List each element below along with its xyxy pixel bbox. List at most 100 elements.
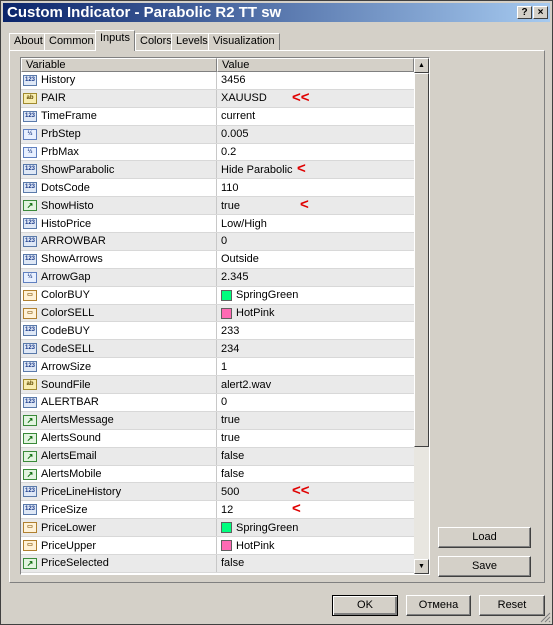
variable-cell: ab SoundFile [21,376,217,394]
table-row[interactable]: ↗ AlertsSound true [21,429,414,448]
variable-value: 12 [221,503,234,516]
help-icon[interactable]: ? [517,6,532,19]
value-cell[interactable]: 2.345 [217,269,414,286]
value-cell[interactable]: HotPink [217,537,414,554]
value-cell[interactable]: 110 [217,179,414,196]
tab-inputs[interactable]: Inputs [95,30,135,51]
table-row[interactable]: 123 ArrowSize 1 [21,358,414,377]
tab-levels[interactable]: Levels [171,33,213,50]
value-cell[interactable]: 0 [217,233,414,250]
table-row[interactable]: 123 ShowParabolic Hide Parabolic < [21,161,414,180]
table-row[interactable]: 123 TimeFrame current [21,107,414,126]
variable-value: SpringGreen [236,289,299,302]
variable-value: Outside [221,253,259,266]
table-row[interactable]: 123 PriceSize 12 < [21,501,414,520]
tab-common[interactable]: Common [44,33,99,50]
type-int-icon: 123 [23,110,37,122]
type-color-icon: ▭ [23,307,37,319]
cancel-button[interactable]: Отмена [406,595,471,616]
table-row[interactable]: ↗ PriceSelected false [21,555,414,573]
value-cell[interactable]: Hide Parabolic < [217,161,414,178]
tab-visualization[interactable]: Visualization [208,33,280,50]
variable-cell: 123 DotsCode [21,179,217,197]
value-cell[interactable]: current [217,108,414,125]
save-button[interactable]: Save [438,556,531,577]
value-cell[interactable]: 0 [217,394,414,411]
title-bar: Custom Indicator - Parabolic R2 TT sw ? … [3,3,550,22]
variable-cell: ▭ ColorSELL [21,304,217,322]
table-row[interactable]: ▭ PriceLower SpringGreen [21,519,414,538]
variable-name: SoundFile [41,378,91,391]
table-row[interactable]: 123 HistoPrice Low/High [21,215,414,234]
value-cell[interactable]: Low/High [217,215,414,232]
table-row[interactable]: ½ PrbStep 0.005 [21,125,414,144]
table-row[interactable]: 123 DotsCode 110 [21,179,414,198]
table-row[interactable]: 123 CodeSELL 234 [21,340,414,359]
table-row[interactable]: 123 ARROWBAR 0 [21,233,414,251]
value-cell[interactable]: 0.005 [217,126,414,143]
variable-name: CodeBUY [41,324,90,337]
table-row[interactable]: ab SoundFile alert2.wav [21,376,414,395]
resize-grip-icon[interactable] [539,611,551,623]
value-cell[interactable]: SpringGreen [217,287,414,304]
table-row[interactable]: 123 History 3456 [21,72,414,90]
column-header-value[interactable]: Value [217,58,414,72]
value-cell[interactable]: 500 << [217,483,414,500]
value-cell[interactable]: false [217,466,414,483]
table-row[interactable]: ▭ ColorSELL HotPink [21,304,414,323]
table-row[interactable]: ↗ AlertsMessage true [21,411,414,430]
reset-button[interactable]: Reset [479,595,545,616]
table-row[interactable]: 123 ALERTBAR 0 [21,394,414,412]
variable-name: ColorSELL [41,307,95,320]
table-row[interactable]: ↗ AlertsMobile false [21,465,414,484]
variable-value: 233 [221,324,240,337]
value-cell[interactable]: false [217,448,414,465]
load-button[interactable]: Load [438,527,531,548]
table-row[interactable]: ▭ PriceUpper HotPink [21,537,414,556]
table-row[interactable]: ½ ArrowGap 2.345 [21,268,414,287]
value-cell[interactable]: true [217,412,414,429]
close-icon[interactable]: × [533,6,548,19]
scroll-down-icon[interactable]: ▼ [414,559,429,574]
vertical-scrollbar[interactable]: ▲ ▼ [414,58,429,574]
type-int-icon: 123 [23,74,37,86]
variable-cell: ↗ AlertsMobile [21,465,217,483]
value-cell[interactable]: XAUUSD << [217,90,414,107]
value-cell[interactable]: alert2.wav [217,376,414,393]
table-row[interactable]: ▭ ColorBUY SpringGreen [21,286,414,305]
variable-cell: 123 HistoPrice [21,215,217,233]
scroll-up-icon[interactable]: ▲ [414,58,429,73]
type-color-icon: ▭ [23,522,37,534]
annotation-arrow-mark: << [292,88,310,106]
value-cell[interactable]: 1 [217,358,414,375]
value-cell[interactable]: 234 [217,340,414,357]
table-row[interactable]: ↗ ShowHisto true < [21,197,414,216]
table-row[interactable]: 123 CodeBUY 233 [21,322,414,341]
type-int-icon: 123 [23,504,37,516]
value-cell[interactable]: false [217,555,414,572]
table-row[interactable]: ½ PrbMax 0.2 [21,143,414,162]
scroll-thumb[interactable] [414,73,429,447]
variable-value: 0.005 [221,128,249,141]
ok-button[interactable]: OK [332,595,398,616]
value-cell[interactable]: 0.2 [217,144,414,161]
value-cell[interactable]: 233 [217,322,414,339]
type-dbl-icon: ½ [23,271,37,283]
value-cell[interactable]: 3456 [217,72,414,89]
type-color-icon: ▭ [23,540,37,552]
variable-value: current [221,110,256,123]
variable-cell: ½ ArrowGap [21,268,217,286]
value-cell[interactable]: HotPink [217,305,414,322]
table-row[interactable]: 123 PriceLineHistory 500 << [21,483,414,502]
value-cell[interactable]: SpringGreen [217,519,414,536]
table-row[interactable]: ab PAIR XAUUSD << [21,89,414,108]
variable-cell: 123 TimeFrame [21,107,217,125]
value-cell[interactable]: Outside [217,251,414,268]
table-row[interactable]: 123 ShowArrows Outside [21,250,414,269]
value-cell[interactable]: true < [217,197,414,214]
column-header-variable[interactable]: Variable [21,58,217,72]
value-cell[interactable]: true [217,430,414,447]
tab-about[interactable]: About [9,33,48,50]
value-cell[interactable]: 12 < [217,501,414,518]
table-row[interactable]: ↗ AlertsEmail false [21,447,414,466]
